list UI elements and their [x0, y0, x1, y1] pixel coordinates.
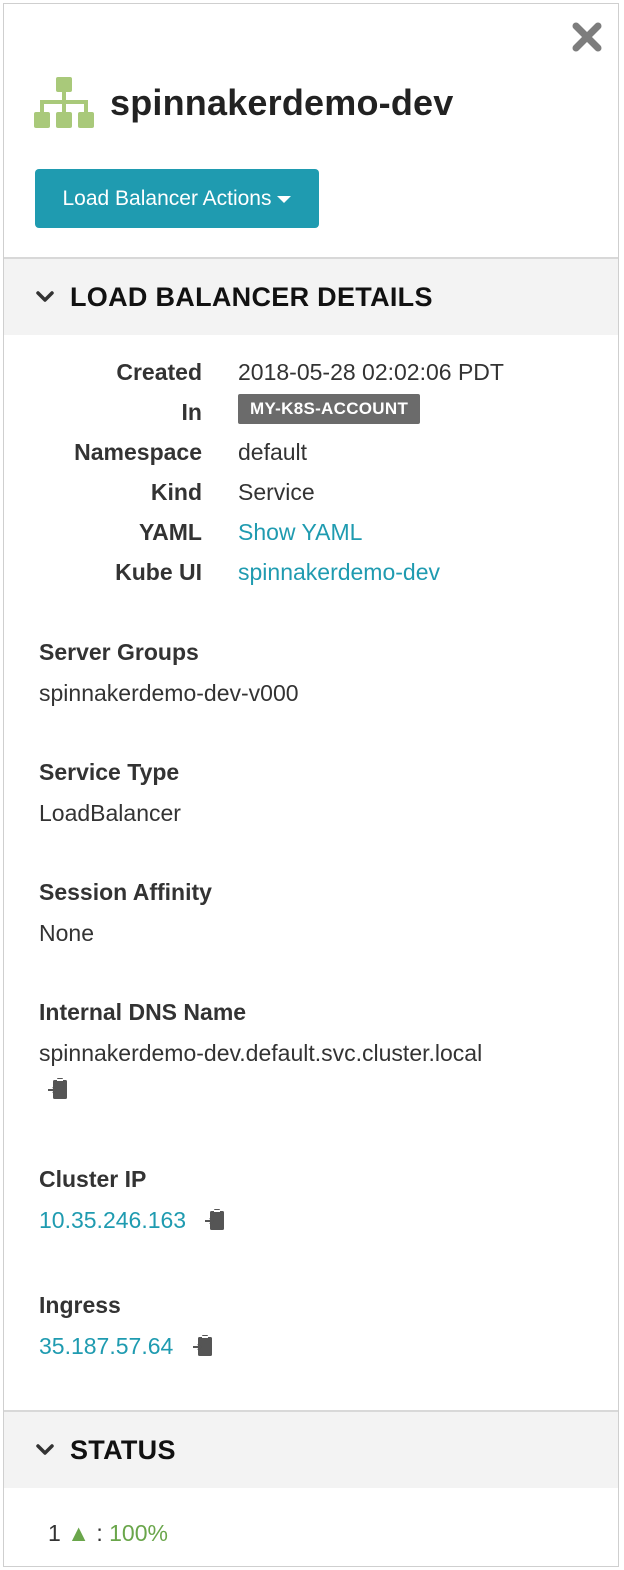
status-section-toggle[interactable]: STATUS	[4, 1410, 618, 1488]
kv-row-kube-ui: Kube UI spinnakerdemo-dev	[4, 559, 604, 599]
kv-row-namespace: Namespace default	[4, 439, 604, 479]
cluster-ip-block: Cluster IP 10.35.246.163	[39, 1166, 226, 1234]
server-groups-label: Server Groups	[39, 639, 199, 665]
created-timestamp: 2018-05-28 02:02:06 PDT	[238, 359, 504, 385]
kv-key: YAML	[138, 519, 202, 545]
chevron-down-icon	[36, 1444, 54, 1455]
load-balancer-actions-button[interactable]: Load Balancer Actions	[35, 169, 319, 228]
kv-row-in: In MY-K8S-ACCOUNT	[4, 394, 604, 439]
kv-key: Created	[116, 359, 202, 385]
show-yaml-link[interactable]: Show YAML	[238, 519, 362, 546]
account-badge: MY-K8S-ACCOUNT	[238, 394, 421, 424]
service-type-label: Service Type	[39, 759, 180, 785]
kind-value: Service	[238, 479, 315, 505]
chevron-down-icon	[36, 291, 54, 302]
up-arrow-icon: ▲	[67, 1520, 90, 1546]
caret-down-icon	[277, 196, 292, 203]
kv-key: Kube UI	[115, 559, 202, 585]
session-affinity-block: Session Affinity None	[39, 879, 212, 947]
kv-key: In	[181, 399, 202, 425]
service-type-value: LoadBalancer	[39, 800, 181, 826]
status-section-body: 1 ▲ : 100%	[4, 1488, 618, 1568]
service-type-block: Service Type LoadBalancer	[39, 759, 181, 827]
details-section-title: LOAD BALANCER DETAILS	[70, 281, 433, 312]
ingress-block: Ingress 35.187.57.64	[39, 1292, 214, 1360]
namespace-value: default	[238, 439, 308, 465]
session-affinity-label: Session Affinity	[39, 879, 212, 905]
server-groups-block: Server Groups spinnakerdemo-dev-v000	[39, 639, 299, 707]
kv-row-kind: Kind Service	[4, 479, 604, 519]
load-balancer-details-panel: spinnakerdemo-dev Load Balancer Actions …	[3, 3, 619, 1567]
cluster-ip-label: Cluster IP	[39, 1166, 147, 1192]
status-separator: :	[96, 1520, 103, 1546]
ingress-label: Ingress	[39, 1292, 121, 1318]
status-section-title: STATUS	[70, 1434, 176, 1465]
internal-dns-value: spinnakerdemo-dev.default.svc.cluster.lo…	[39, 1040, 483, 1066]
close-icon[interactable]	[570, 20, 604, 54]
copy-to-clipboard-icon[interactable]	[204, 1208, 226, 1232]
cluster-ip-link[interactable]: 10.35.246.163	[39, 1207, 186, 1233]
load-balancer-actions-label: Load Balancer Actions	[62, 186, 272, 210]
ingress-row: 35.187.57.64	[39, 1333, 214, 1360]
kv-key: Kind	[150, 479, 202, 505]
kv-row-yaml: YAML Show YAML	[4, 519, 604, 559]
cluster-ip-row: 10.35.246.163	[39, 1207, 226, 1234]
account-badge-wrap: MY-K8S-ACCOUNT	[238, 393, 421, 424]
internal-dns-block: Internal DNS Name spinnakerdemo-dev.defa…	[39, 999, 482, 1102]
sitemap-icon	[34, 77, 94, 128]
kube-ui-link[interactable]: spinnakerdemo-dev	[238, 559, 440, 586]
kv-key: Namespace	[74, 439, 202, 465]
details-section-toggle[interactable]: LOAD BALANCER DETAILS	[4, 259, 618, 335]
internal-dns-label: Internal DNS Name	[39, 999, 247, 1025]
server-groups-value: spinnakerdemo-dev-v000	[39, 680, 299, 706]
page-title: spinnakerdemo-dev	[110, 82, 454, 123]
ingress-link[interactable]: 35.187.57.64	[39, 1333, 173, 1359]
panel-header: spinnakerdemo-dev Load Balancer Actions	[4, 4, 618, 259]
copy-to-clipboard-icon[interactable]	[192, 1334, 214, 1358]
session-affinity-value: None	[39, 920, 94, 946]
copy-to-clipboard-icon[interactable]	[47, 1077, 69, 1101]
details-section-body: Created 2018-05-28 02:02:06 PDT In MY-K8…	[4, 335, 618, 1410]
health-summary: 1 ▲ : 100%	[48, 1520, 168, 1547]
health-percent: 100%	[109, 1520, 168, 1546]
instance-count: 1	[48, 1520, 61, 1546]
